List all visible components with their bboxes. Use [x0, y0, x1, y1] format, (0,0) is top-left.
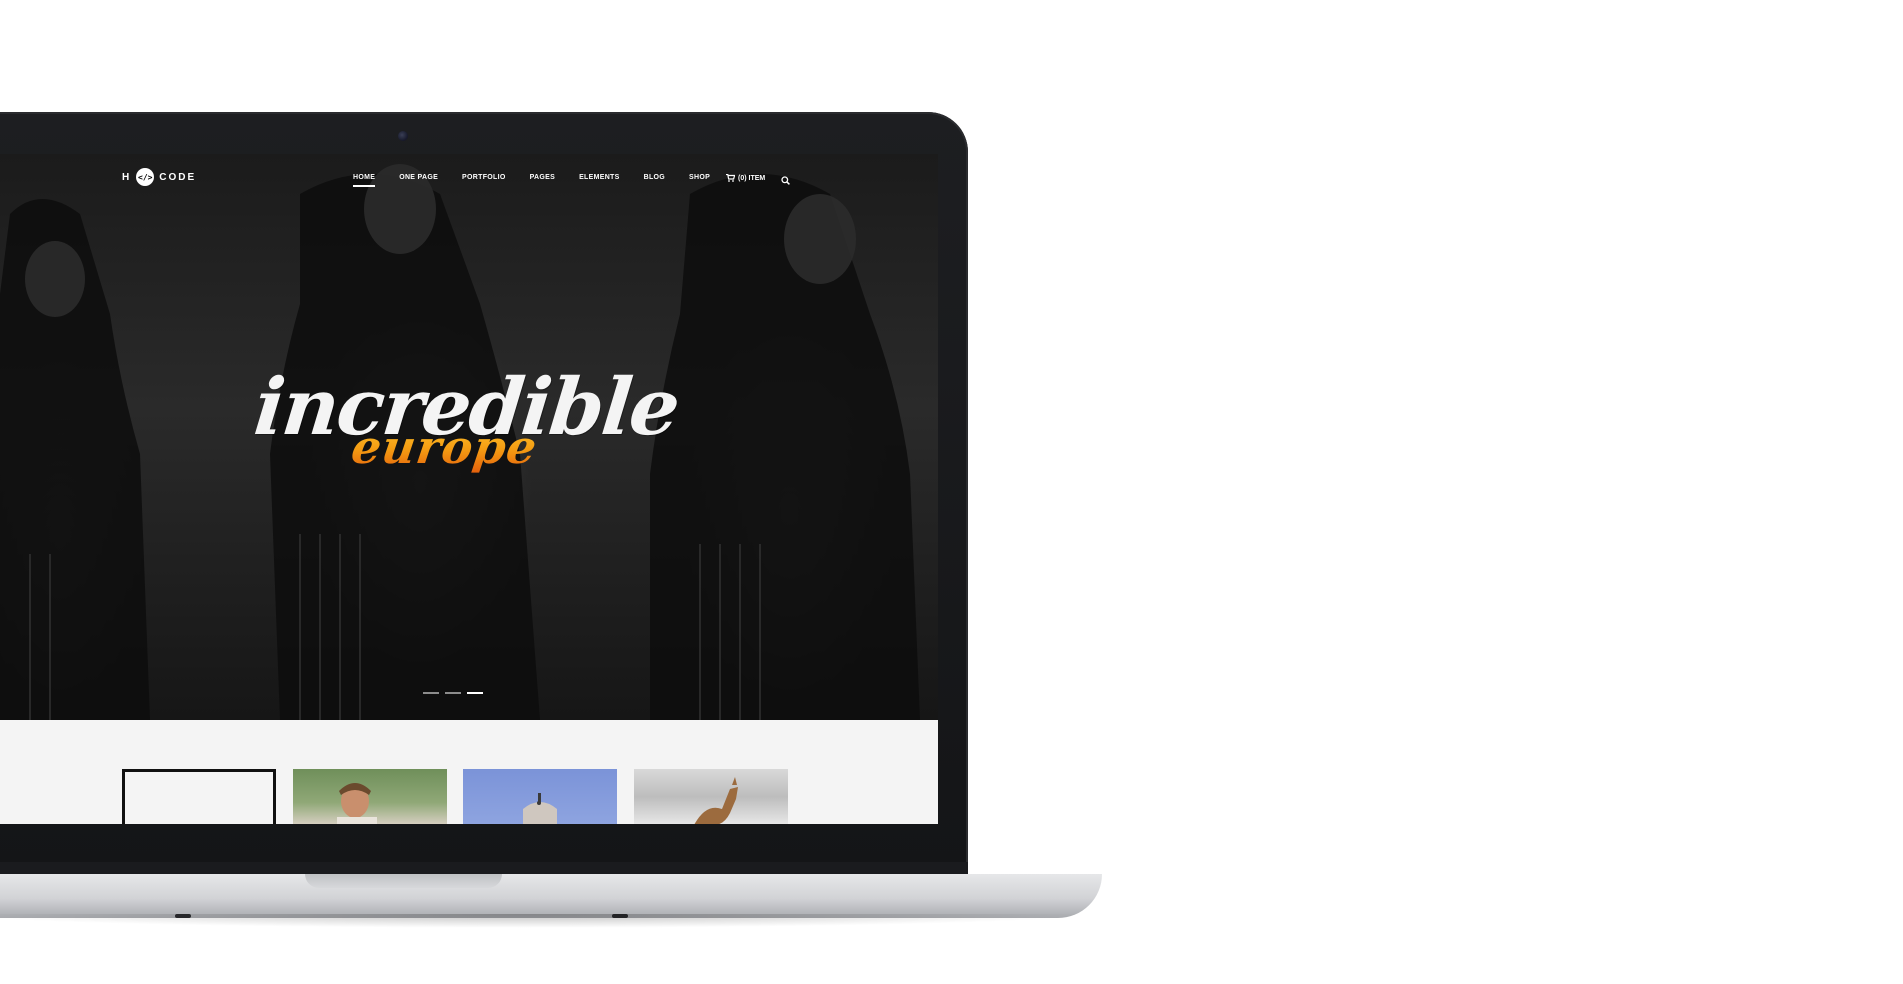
- nav-item-pages[interactable]: PAGES: [530, 174, 556, 181]
- slider-dot-2[interactable]: [445, 692, 461, 694]
- featured-section: [0, 720, 938, 824]
- cart-count: (0) ITEM: [738, 174, 766, 182]
- hero-headline: incredible europe: [250, 362, 682, 512]
- main-navigation: H </> CODE HOME ONE PAGE PORTFOLIO PAGES…: [0, 154, 938, 198]
- logo-text-right: CODE: [159, 171, 197, 183]
- nav-item-portfolio[interactable]: PORTFOLIO: [462, 174, 506, 181]
- nav-item-blog[interactable]: BLOG: [644, 174, 665, 181]
- thumbnail-1[interactable]: [122, 769, 276, 824]
- code-icon: </>: [136, 168, 155, 186]
- screen: H </> CODE HOME ONE PAGE PORTFOLIO PAGES…: [0, 154, 938, 824]
- thumbnail-4[interactable]: [634, 769, 788, 824]
- search-icon: [781, 176, 790, 185]
- slider-dot-1[interactable]: [423, 692, 439, 694]
- nav-item-home[interactable]: HOME: [353, 174, 376, 187]
- cart-icon: [726, 174, 735, 182]
- logo[interactable]: H </> CODE: [122, 168, 196, 186]
- hero-slider: H </> CODE HOME ONE PAGE PORTFOLIO PAGES…: [0, 154, 938, 720]
- slider-pagination: [423, 692, 483, 694]
- thumbnail-2[interactable]: [293, 769, 447, 824]
- laptop-shadow: [0, 914, 1090, 928]
- search-button[interactable]: [781, 172, 790, 190]
- camera-icon: [398, 131, 408, 141]
- logo-text-left: H: [122, 171, 132, 183]
- laptop-hinge: [0, 862, 968, 874]
- person-photo: [337, 783, 377, 824]
- building-photo: [523, 793, 557, 824]
- laptop-base: [0, 874, 1102, 918]
- nav-item-shop[interactable]: SHOP: [689, 174, 710, 181]
- laptop-opening-notch: [305, 874, 502, 888]
- nav-menu: HOME ONE PAGE PORTFOLIO PAGES ELEMENTS B…: [353, 174, 710, 187]
- cart-button[interactable]: (0) ITEM: [726, 174, 765, 182]
- slider-dot-3[interactable]: [467, 692, 483, 694]
- llama-photo: [694, 777, 738, 824]
- nav-item-elements[interactable]: ELEMENTS: [579, 174, 620, 181]
- headline-line-2: europe: [348, 420, 541, 474]
- thumbnail-3[interactable]: [463, 769, 617, 824]
- nav-item-one-page[interactable]: ONE PAGE: [399, 174, 438, 181]
